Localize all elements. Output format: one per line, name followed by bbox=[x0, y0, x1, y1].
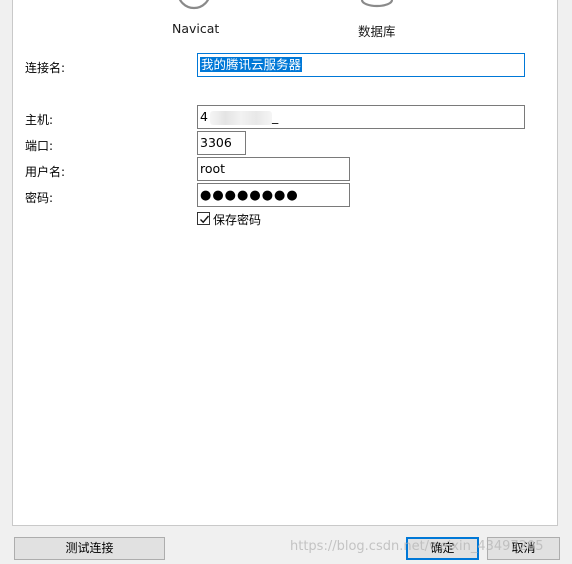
connection-settings-panel bbox=[12, 0, 558, 526]
username-input[interactable]: root bbox=[197, 157, 350, 181]
checkmark-icon bbox=[200, 215, 210, 224]
host-input[interactable]: 4 _ bbox=[197, 105, 525, 129]
navicat-icon bbox=[178, 0, 210, 10]
port-label: 端口: bbox=[25, 139, 54, 153]
connection-name-input[interactable]: 我的腾讯云服务器 bbox=[197, 53, 525, 77]
save-password-checkbox[interactable] bbox=[197, 212, 210, 225]
host-value-prefix: 4 bbox=[200, 109, 208, 124]
save-password-label: 保存密码 bbox=[213, 213, 262, 227]
host-label: 主机: bbox=[25, 113, 54, 127]
password-value: ●●●●●●●● bbox=[200, 188, 299, 203]
port-value: 3306 bbox=[200, 135, 232, 150]
database-icon bbox=[360, 0, 394, 8]
ok-button[interactable]: 确定 bbox=[406, 537, 479, 560]
target-label: 数据库 bbox=[358, 24, 396, 39]
test-connection-button[interactable]: 测试连接 bbox=[14, 537, 165, 560]
redacted-host-blur bbox=[209, 110, 272, 125]
username-label: 用户名: bbox=[25, 165, 66, 179]
connection-name-value: 我的腾讯云服务器 bbox=[200, 57, 303, 72]
source-label: Navicat bbox=[172, 21, 220, 36]
host-value-suffix: _ bbox=[271, 109, 279, 124]
connection-name-label: 连接名: bbox=[25, 61, 66, 75]
username-value: root bbox=[200, 161, 226, 176]
password-label: 密码: bbox=[25, 191, 54, 205]
password-input[interactable]: ●●●●●●●● bbox=[197, 183, 350, 207]
cancel-button[interactable]: 取消 bbox=[487, 537, 560, 560]
port-input[interactable]: 3306 bbox=[197, 131, 246, 155]
